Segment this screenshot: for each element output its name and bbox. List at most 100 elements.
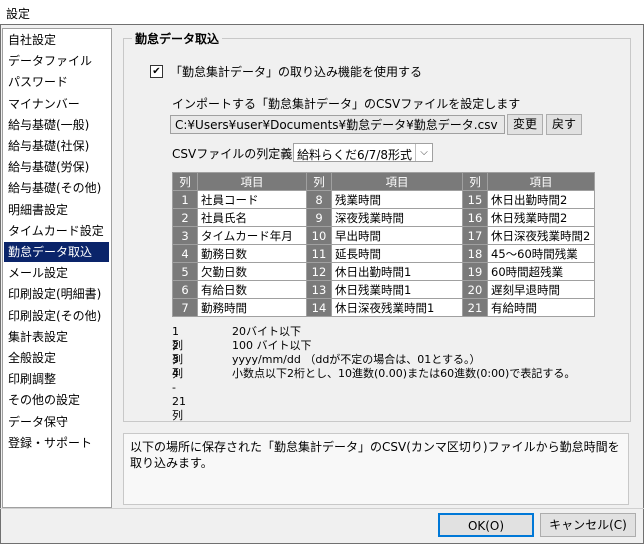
- footer-separator: [0, 508, 644, 509]
- sidebar-item[interactable]: 給与基礎(その他): [4, 178, 109, 198]
- column-number-cell: 1: [172, 190, 198, 209]
- table-row: 4 勤務日数 11 延長時間 18 45～60時間残業: [172, 244, 595, 263]
- column-number-cell: 18: [462, 244, 488, 263]
- item-name-cell: 休日深夜残業時間2: [487, 226, 595, 245]
- sidebar-item[interactable]: 印刷設定(明細書): [4, 284, 109, 304]
- settings-sidebar: 自社設定 データファイル パスワード マイナンバー 給与基礎(一般) 給与基礎(社保) 給与…: [2, 28, 112, 508]
- sidebar-item[interactable]: その他の設定: [4, 390, 109, 410]
- item-name-cell: 休日残業時間1: [331, 280, 463, 299]
- sidebar-item[interactable]: 自社設定: [4, 30, 109, 50]
- item-name-cell: 社員氏名: [197, 208, 307, 227]
- sidebar-item[interactable]: 明細書設定: [4, 200, 109, 220]
- table-row: 3 タイムカード年月 10 早出時間 17 休日深夜残業時間2: [172, 226, 595, 245]
- column-number-cell: 11: [306, 244, 332, 263]
- column-number-cell: 7: [172, 298, 198, 317]
- column-number-cell: 14: [306, 298, 332, 317]
- column-number-cell: 17: [462, 226, 488, 245]
- sidebar-item[interactable]: 印刷設定(その他): [4, 306, 109, 326]
- column-number-cell: 2: [172, 208, 198, 227]
- item-name-cell: 社員コード: [197, 190, 307, 209]
- note-text: 100 バイト以下: [232, 339, 312, 352]
- item-name-cell: 深夜残業時間: [331, 208, 463, 227]
- section-title: 勤怠データ取込: [132, 30, 223, 47]
- note-column: 4 - 21列: [172, 367, 186, 422]
- item-name-cell: 早出時間: [331, 226, 463, 245]
- csv-definition-select[interactable]: 給料らくだ6/7/8形式 ⌵: [293, 143, 433, 162]
- table-row: 2 社員氏名 9 深夜残業時間 16 休日残業時間2: [172, 208, 595, 227]
- table-row: 7 勤務時間 14 休日深夜残業時間1 21 有給時間: [172, 298, 595, 317]
- sidebar-item[interactable]: タイムカード設定: [4, 221, 109, 241]
- sidebar-item[interactable]: 給与基礎(一般): [4, 115, 109, 135]
- sidebar-item[interactable]: 印刷調整: [4, 369, 109, 389]
- column-number-cell: 16: [462, 208, 488, 227]
- sidebar-item[interactable]: パスワード: [4, 72, 109, 92]
- item-name-cell: 勤務日数: [197, 244, 307, 263]
- item-name-cell: タイムカード年月: [197, 226, 307, 245]
- csv-definition-label: CSVファイルの列定義: [172, 147, 293, 161]
- item-name-cell: 残業時間: [331, 190, 463, 209]
- change-button[interactable]: 変更: [507, 114, 543, 135]
- column-header: 列: [462, 172, 488, 191]
- item-name-cell: 遅刻早退時間: [487, 280, 595, 299]
- column-number-cell: 21: [462, 298, 488, 317]
- sidebar-item[interactable]: データファイル: [4, 51, 109, 71]
- column-number-cell: 4: [172, 244, 198, 263]
- table-header-row: 列項目列項目列項目: [172, 172, 595, 191]
- note-text: yyyy/mm/dd （ddが不定の場合は、01とする。）: [232, 353, 481, 366]
- sidebar-item[interactable]: メール設定: [4, 263, 109, 283]
- window-title: 設定: [6, 7, 31, 21]
- column-header: 項目: [331, 172, 463, 191]
- sidebar-item[interactable]: 登録・サポート: [4, 433, 109, 453]
- column-number-cell: 5: [172, 262, 198, 281]
- info-panel: 以下の場所に保存された「勤怠集計データ」のCSV(カンマ区切り)ファイルから勤怠…: [123, 433, 629, 505]
- item-name-cell: 45～60時間残業: [487, 244, 595, 263]
- column-header: 列: [306, 172, 332, 191]
- sidebar-item[interactable]: データ保守: [4, 412, 109, 432]
- table-row: 1 社員コード 8 残業時間 15 休日出勤時間2: [172, 190, 595, 209]
- item-name-cell: 延長時間: [331, 244, 463, 263]
- chevron-down-icon[interactable]: ⌵: [415, 144, 432, 161]
- csv-path-field[interactable]: C:¥Users¥user¥Documents¥勤怠データ¥勤怠データ.csv: [170, 115, 505, 134]
- column-number-cell: 9: [306, 208, 332, 227]
- item-name-cell: 60時間超残業: [487, 262, 595, 281]
- sidebar-item[interactable]: 給与基礎(社保): [4, 136, 109, 156]
- sidebar-item[interactable]: マイナンバー: [4, 94, 109, 114]
- use-import-checkbox-label[interactable]: 「勤怠集計データ」の取り込み機能を使用する: [170, 63, 422, 80]
- note-text: 小数点以下2桁とし、10進数(0.00)または60進数(0:00)で表記する。: [232, 367, 576, 380]
- column-number-cell: 3: [172, 226, 198, 245]
- csv-definition-value: 給料らくだ6/7/8形式: [297, 148, 412, 162]
- column-number-cell: 6: [172, 280, 198, 299]
- item-name-cell: 休日出勤時間2: [487, 190, 595, 209]
- note-text: 20バイト以下: [232, 325, 301, 338]
- item-name-cell: 欠勤日数: [197, 262, 307, 281]
- column-number-cell: 8: [306, 190, 332, 209]
- column-number-cell: 13: [306, 280, 332, 299]
- use-import-checkbox[interactable]: ✔: [150, 65, 163, 78]
- item-name-cell: 休日深夜残業時間1: [331, 298, 463, 317]
- item-name-cell: 休日出勤時間1: [331, 262, 463, 281]
- column-header: 列: [172, 172, 198, 191]
- item-name-cell: 有給日数: [197, 280, 307, 299]
- column-number-cell: 19: [462, 262, 488, 281]
- back-button[interactable]: 戻す: [546, 114, 582, 135]
- sidebar-item[interactable]: 給与基礎(労保): [4, 157, 109, 177]
- column-definition-table: 列項目列項目列項目 1 社員コード 8 残業時間 15 休日出勤時間2 2 社員氏名 9 深夜残業時…: [172, 172, 595, 317]
- column-number-cell: 12: [306, 262, 332, 281]
- column-header: 項目: [487, 172, 595, 191]
- title-bar: 設定: [0, 0, 644, 25]
- sidebar-item[interactable]: 集計表設定: [4, 327, 109, 347]
- ok-button[interactable]: OK(O): [438, 513, 534, 537]
- column-number-cell: 10: [306, 226, 332, 245]
- column-number-cell: 20: [462, 280, 488, 299]
- sidebar-item[interactable]: 全般設定: [4, 348, 109, 368]
- column-number-cell: 15: [462, 190, 488, 209]
- item-name-cell: 勤務時間: [197, 298, 307, 317]
- cancel-button[interactable]: キャンセル(C): [540, 513, 636, 537]
- column-header: 項目: [197, 172, 307, 191]
- sidebar-item[interactable]: 勤怠データ取込: [4, 242, 109, 262]
- import-file-label: インポートする「勤怠集計データ」のCSVファイルを設定します: [172, 97, 521, 111]
- item-name-cell: 有給時間: [487, 298, 595, 317]
- item-name-cell: 休日残業時間2: [487, 208, 595, 227]
- table-row: 6 有給日数 13 休日残業時間1 20 遅刻早退時間: [172, 280, 595, 299]
- table-row: 5 欠勤日数 12 休日出勤時間1 19 60時間超残業: [172, 262, 595, 281]
